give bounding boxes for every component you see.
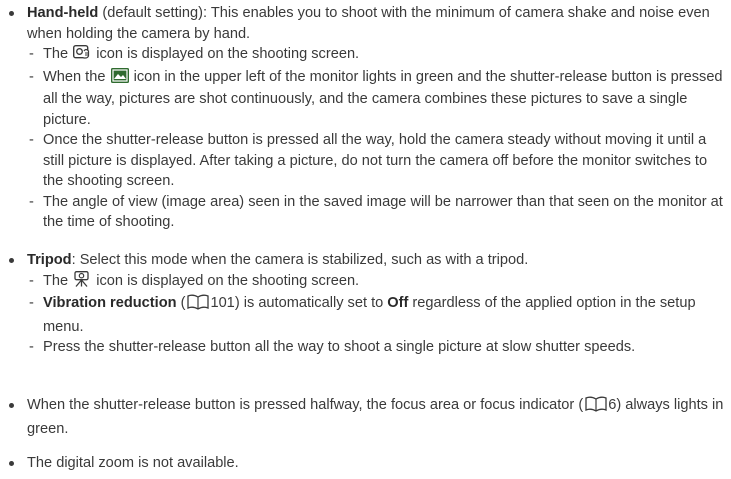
term-vibration-reduction: Vibration reduction: [43, 295, 177, 311]
dash-marker: -: [29, 68, 34, 85]
sub-text: Once the shutter-release button is press…: [43, 132, 708, 189]
sub-item-handheld-icon: - The icon is displayed on the shooting …: [0, 44, 725, 67]
hand-held-description: (default setting): This enables you to s…: [27, 5, 710, 42]
tripod-mode-icon: [73, 270, 91, 294]
term-off: Off: [387, 295, 409, 311]
bullet-text: When the shutter-release button is press…: [0, 395, 725, 439]
bullet-focus-area: When the shutter-release button is press…: [0, 395, 725, 439]
bullet-dot: [9, 258, 14, 263]
sub-text: Press the shutter-release button all the…: [43, 339, 636, 355]
bullet-dot: [9, 461, 14, 466]
bullet-text: The digital zoom is not available.: [27, 455, 239, 471]
open-paren: (: [176, 295, 186, 311]
bullet-dot: [9, 403, 14, 408]
sub-item-green-icon: - When the icon in the upper left of the…: [0, 67, 725, 131]
sub-text: icon in the upper left of the monitor li…: [43, 68, 723, 128]
sub-text: The: [43, 272, 73, 289]
page-reference-book-icon: [187, 294, 210, 317]
term-tripod: Tripod: [27, 252, 72, 268]
bullet-text: Hand-held (default setting): This enable…: [0, 3, 725, 44]
sub-text: icon is displayed on the shooting screen…: [92, 46, 360, 62]
sub-item-angle-of-view: - The angle of view (image area) seen in…: [0, 192, 725, 233]
continuous-shooting-indicator-icon: [110, 67, 129, 90]
dash-marker: -: [29, 272, 34, 289]
page-reference-book-icon: [585, 396, 607, 419]
sub-item-vibration-reduction: - Vibration reduction (101) is automatic…: [0, 293, 725, 337]
dash-marker: -: [29, 193, 34, 210]
sub-text: When the: [43, 68, 110, 85]
sub-text: icon is displayed on the shooting screen…: [92, 272, 360, 289]
bullet-text: Tripod: Select this mode when the camera…: [0, 250, 725, 271]
sub-text: ) is automatically set to: [234, 295, 388, 311]
page-reference-number: 101: [210, 295, 235, 311]
dash-marker: -: [29, 46, 34, 62]
bullet-text-part: When the shutter-release button is press…: [27, 397, 584, 413]
bullet-digital-zoom: The digital zoom is not available.: [0, 453, 725, 474]
dash-marker: -: [29, 339, 34, 355]
sub-item-slow-shutter: - Press the shutter-release button all t…: [0, 337, 725, 358]
bullet-hand-held: Hand-held (default setting): This enable…: [0, 3, 725, 233]
sub-item-hold-steady: - Once the shutter-release button is pre…: [0, 130, 725, 192]
term-hand-held: Hand-held: [27, 5, 99, 21]
sub-text: The: [43, 46, 73, 62]
sub-item-tripod-icon: - The icon is displayed on the shooting …: [0, 270, 725, 294]
dash-marker: -: [29, 132, 34, 148]
bullet-tripod: Tripod: Select this mode when the camera…: [0, 250, 725, 358]
bullet-dot: [9, 11, 14, 16]
manual-page: Hand-held (default setting): This enable…: [0, 0, 731, 479]
hand-held-mode-icon: [73, 44, 91, 67]
dash-marker: -: [29, 295, 34, 311]
sub-text: The angle of view (image area) seen in t…: [43, 193, 723, 231]
tripod-description: : Select this mode when the camera is st…: [71, 252, 529, 268]
